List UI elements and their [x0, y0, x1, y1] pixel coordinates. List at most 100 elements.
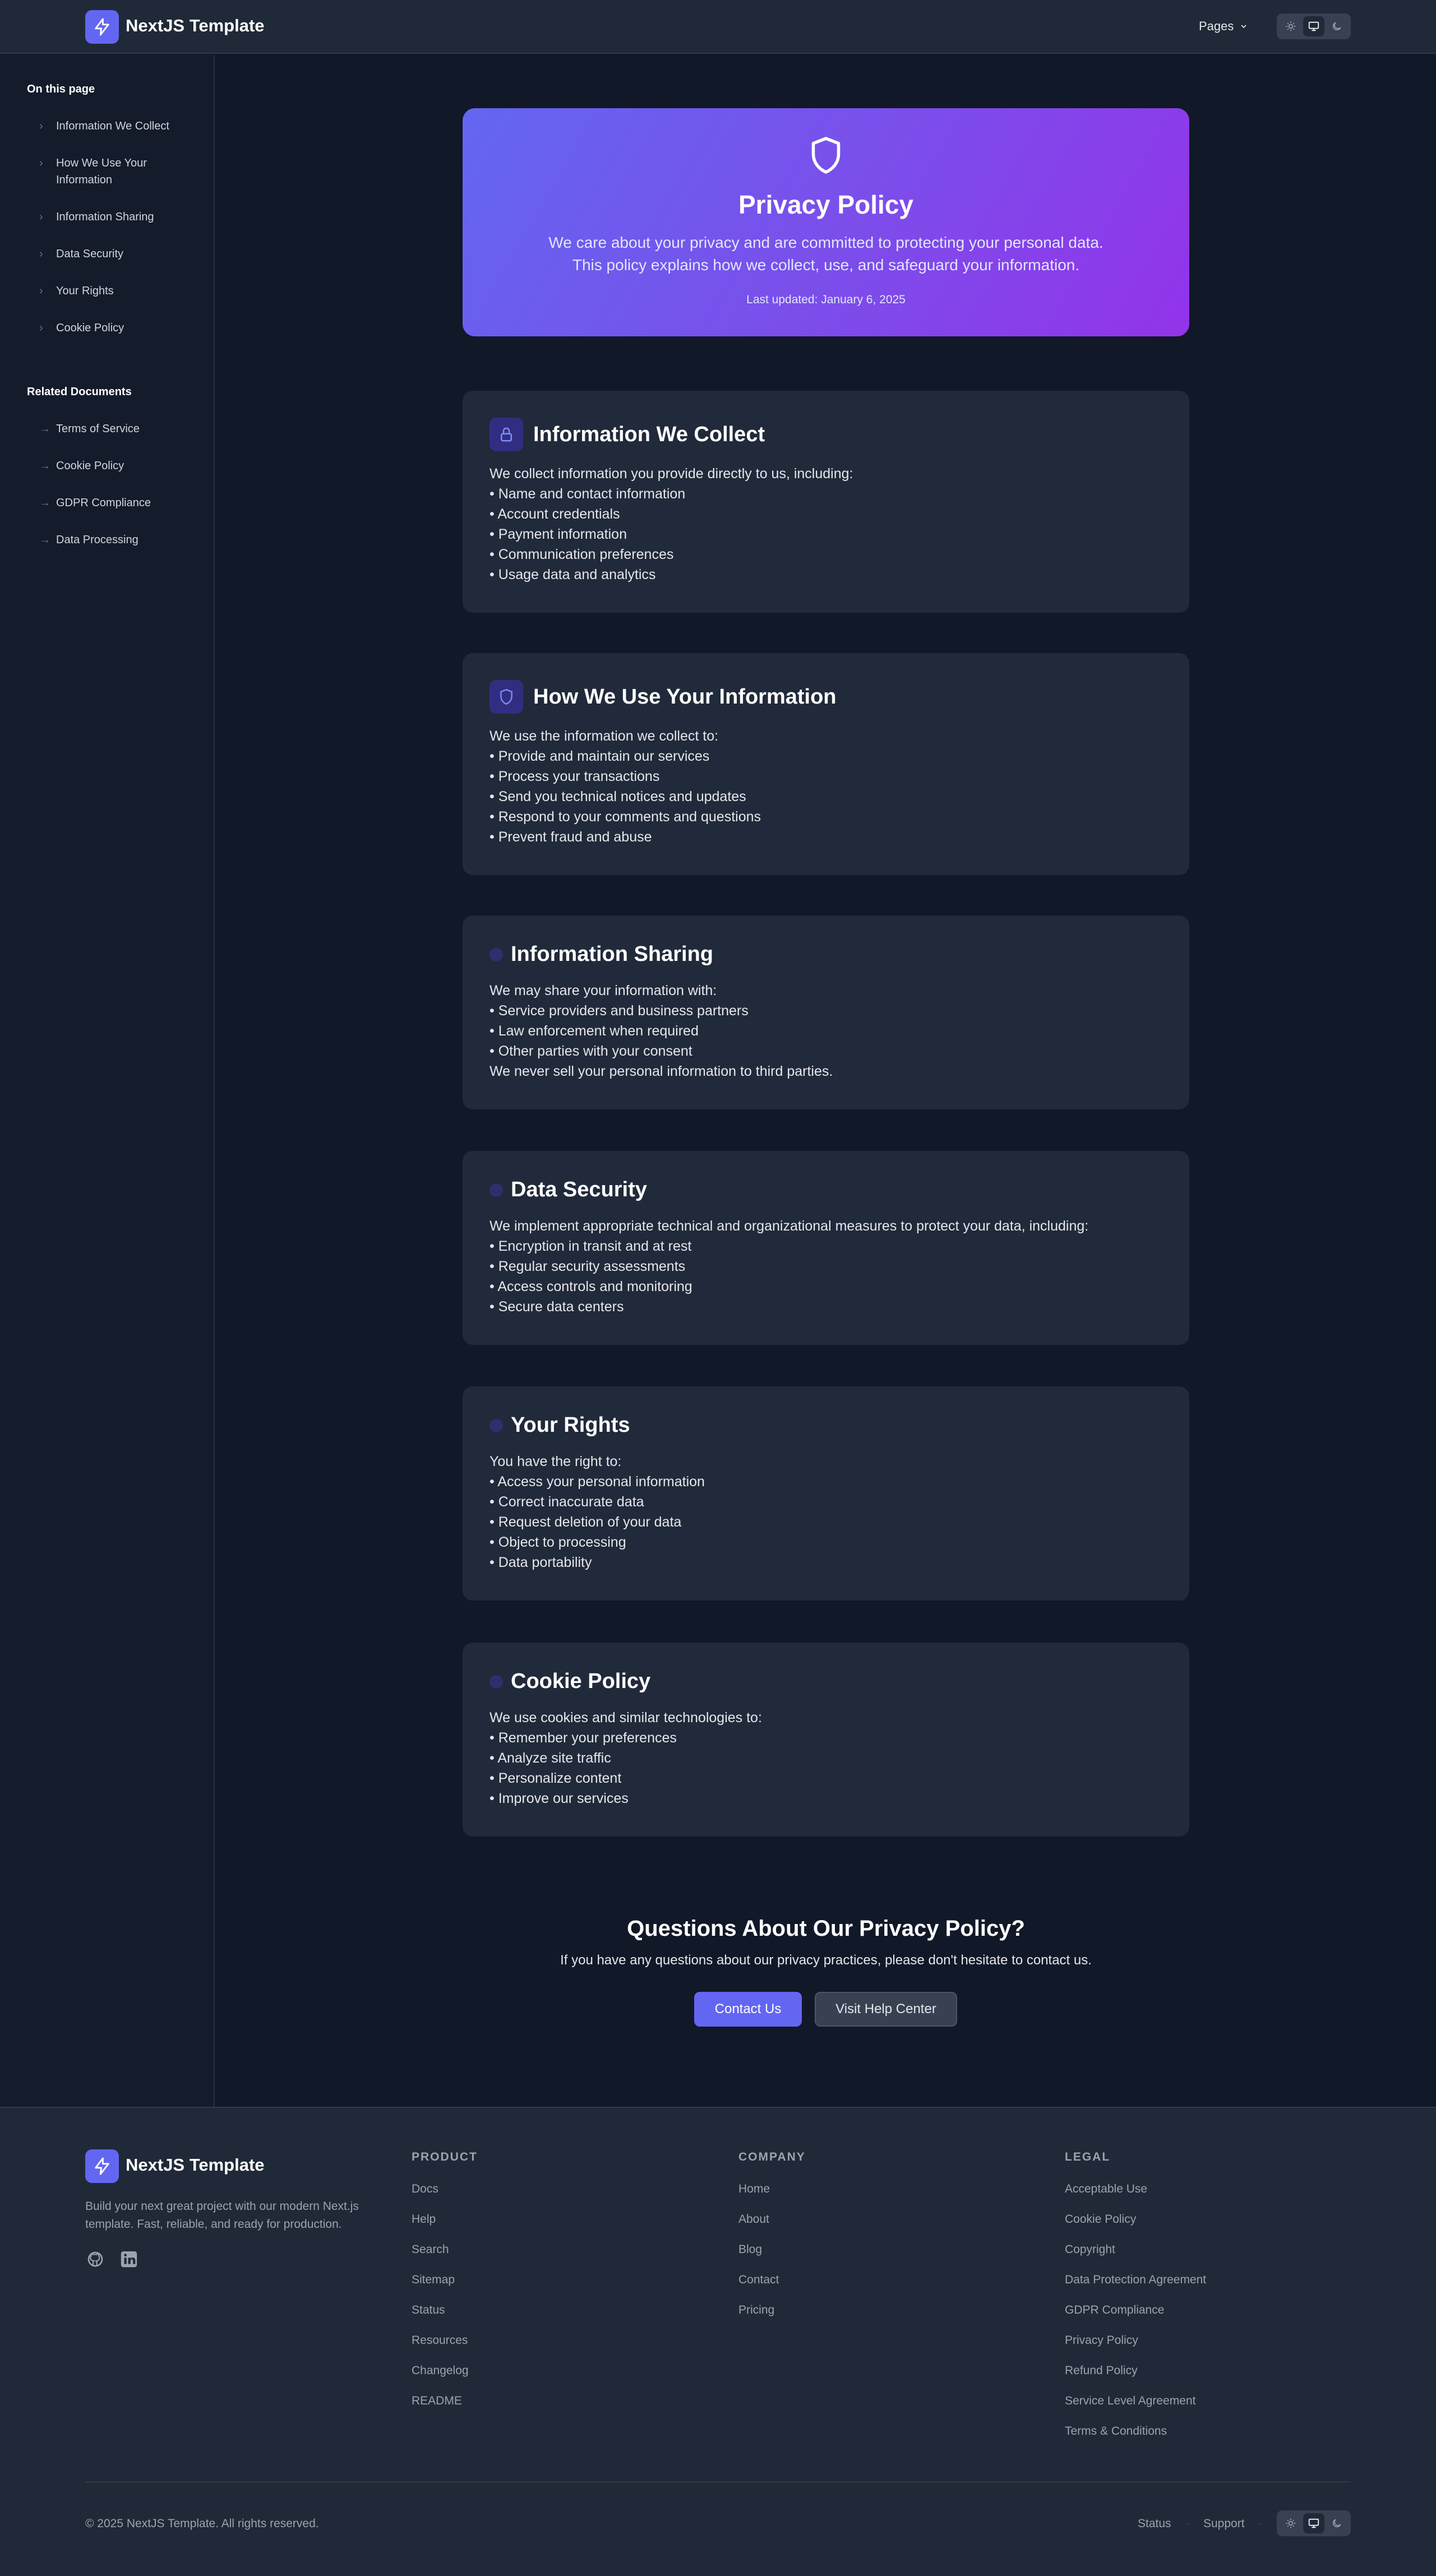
footer-link-status[interactable]: Status: [412, 2304, 445, 2317]
sidebar-item-label: How We Use Your Information: [56, 157, 147, 186]
sidebar-item-information-we-collect[interactable]: › Information We Collect: [39, 118, 191, 135]
footer-link-acceptable-use[interactable]: Acceptable Use: [1065, 2182, 1147, 2196]
section-cookie-policy: Cookie Policy We use cookies and similar…: [463, 1643, 1189, 1837]
site-footer: NextJS Template Build your next great pr…: [0, 2107, 1436, 2576]
sidebar-item-label: Information Sharing: [56, 211, 154, 223]
footer-link-pricing[interactable]: Pricing: [738, 2304, 774, 2317]
github-icon[interactable]: [85, 2249, 105, 2269]
footer-link-cookie-policy[interactable]: Cookie Policy: [1065, 2213, 1136, 2226]
footer-link-readme[interactable]: README: [412, 2394, 462, 2408]
related-data-processing[interactable]: → Data Processing: [39, 531, 191, 548]
section-line: • Access controls and monitoring: [490, 1279, 692, 1294]
footer-logo[interactable]: [85, 2149, 119, 2183]
pages-menu-label: Pages: [1199, 19, 1234, 33]
related-gdpr-compliance[interactable]: → GDPR Compliance: [39, 494, 191, 511]
monitor-icon: [1308, 2518, 1319, 2528]
arrow-right-icon: →: [39, 534, 50, 546]
footer-link-refund-policy[interactable]: Refund Policy: [1065, 2364, 1138, 2378]
footer-link-help[interactable]: Help: [412, 2213, 436, 2226]
section-line: • Provide and maintain our services: [490, 748, 710, 764]
section-line: • Request deletion of your data: [490, 1514, 682, 1530]
sidebar-item-how-we-use[interactable]: › How We Use Your Information: [39, 155, 191, 188]
lightning-icon: [95, 2157, 109, 2175]
cta-title: Questions About Our Privacy Policy?: [627, 1916, 1025, 1941]
footer-link-changelog[interactable]: Changelog: [412, 2364, 469, 2378]
section-line: • Service providers and business partner…: [490, 1003, 749, 1019]
sidebar-item-information-sharing[interactable]: › Information Sharing: [39, 209, 191, 225]
section-line: • Improve our services: [490, 1791, 629, 1806]
footer-link-resources[interactable]: Resources: [412, 2334, 468, 2347]
footer-link-terms[interactable]: Terms & Conditions: [1065, 2425, 1167, 2438]
dot-icon: [490, 1675, 503, 1689]
section-title: Information We Collect: [533, 422, 765, 446]
pages-menu[interactable]: Pages: [1199, 19, 1248, 34]
section-your-rights: Your Rights You have the right to: • Acc…: [463, 1386, 1189, 1601]
brand-logo[interactable]: [85, 10, 119, 44]
linkedin-icon[interactable]: [119, 2249, 139, 2269]
footer-bottom-status[interactable]: Status: [1138, 2517, 1171, 2531]
section-body: We may share your information with: • Se…: [490, 981, 833, 1081]
theme-system-button[interactable]: [1303, 2513, 1324, 2533]
related-terms-of-service[interactable]: → Terms of Service: [39, 420, 191, 437]
section-body: We collect information you provide direc…: [490, 464, 853, 585]
lightning-icon: [95, 18, 109, 36]
sidebar-item-your-rights[interactable]: › Your Rights: [39, 283, 191, 299]
shield-icon: [490, 680, 523, 714]
footer-link-data-protection[interactable]: Data Protection Agreement: [1065, 2273, 1206, 2287]
sidebar-item-cookie-policy[interactable]: › Cookie Policy: [39, 320, 191, 336]
footer-company-title: COMPANY: [738, 2150, 806, 2163]
sidebar-item-label: Your Rights: [56, 285, 114, 297]
contact-us-button[interactable]: Contact Us: [694, 1992, 802, 2027]
chevron-down-icon: [1241, 25, 1246, 29]
footer-link-privacy-policy[interactable]: Privacy Policy: [1065, 2334, 1138, 2347]
footer-link-gdpr[interactable]: GDPR Compliance: [1065, 2304, 1164, 2317]
theme-dark-button[interactable]: [1326, 16, 1347, 36]
chevron-right-icon: ›: [39, 322, 43, 334]
footer-link-search[interactable]: Search: [412, 2243, 449, 2256]
visit-help-center-button[interactable]: Visit Help Center: [815, 1992, 957, 2027]
related-documents-title: Related Documents: [27, 386, 132, 398]
footer-link-contact[interactable]: Contact: [738, 2273, 779, 2287]
copyright-text: © 2025 NextJS Template. All rights reser…: [85, 2517, 319, 2530]
shield-icon: [811, 137, 841, 174]
footer-link-about[interactable]: About: [738, 2213, 769, 2226]
theme-light-button[interactable]: [1280, 16, 1301, 36]
top-header: NextJS Template Pages: [0, 0, 1436, 54]
footer-link-copyright[interactable]: Copyright: [1065, 2243, 1115, 2256]
section-line: • Payment information: [490, 526, 627, 542]
brand-name[interactable]: NextJS Template: [126, 16, 265, 36]
moon-icon: [1333, 2519, 1341, 2527]
section-line: • Personalize content: [490, 1770, 622, 1786]
sidebar-item-data-security[interactable]: › Data Security: [39, 246, 191, 262]
footer-separator: ·: [1186, 2517, 1190, 2530]
footer-link-blog[interactable]: Blog: [738, 2243, 762, 2256]
chevron-right-icon: ›: [39, 248, 43, 260]
arrow-right-icon: →: [39, 460, 50, 472]
section-body: We implement appropriate technical and o…: [490, 1216, 1088, 1317]
arrow-right-icon: →: [39, 423, 50, 435]
sun-icon: [1286, 21, 1296, 31]
footer-link-docs[interactable]: Docs: [412, 2182, 438, 2196]
footer-bottom-support[interactable]: Support: [1203, 2517, 1245, 2531]
dot-icon: [490, 1183, 503, 1197]
footer-link-home[interactable]: Home: [738, 2182, 770, 2196]
section-title: Information Sharing: [511, 942, 713, 966]
section-line: We use cookies and similar technologies …: [490, 1710, 762, 1726]
footer-brand-name[interactable]: NextJS Template: [126, 2155, 265, 2175]
sidebar-item-label: Information We Collect: [56, 120, 169, 132]
related-cookie-policy[interactable]: → Cookie Policy: [39, 457, 191, 474]
related-item-label: Data Processing: [56, 534, 138, 546]
footer-link-sitemap[interactable]: Sitemap: [412, 2273, 455, 2287]
section-line: • Law enforcement when required: [490, 1023, 699, 1039]
theme-dark-button[interactable]: [1326, 2513, 1347, 2533]
footer-legal-title: LEGAL: [1065, 2150, 1111, 2163]
theme-system-button[interactable]: [1303, 16, 1324, 36]
footer-link-sla[interactable]: Service Level Agreement: [1065, 2394, 1195, 2408]
related-item-label: Terms of Service: [56, 423, 140, 435]
related-item-label: GDPR Compliance: [56, 497, 151, 509]
section-line: • Prevent fraud and abuse: [490, 829, 652, 845]
theme-light-button[interactable]: [1280, 2513, 1301, 2533]
footer-divider: [85, 2481, 1351, 2482]
hero-description: We care about your privacy and are commi…: [548, 234, 1103, 274]
section-title: How We Use Your Information: [533, 685, 837, 709]
